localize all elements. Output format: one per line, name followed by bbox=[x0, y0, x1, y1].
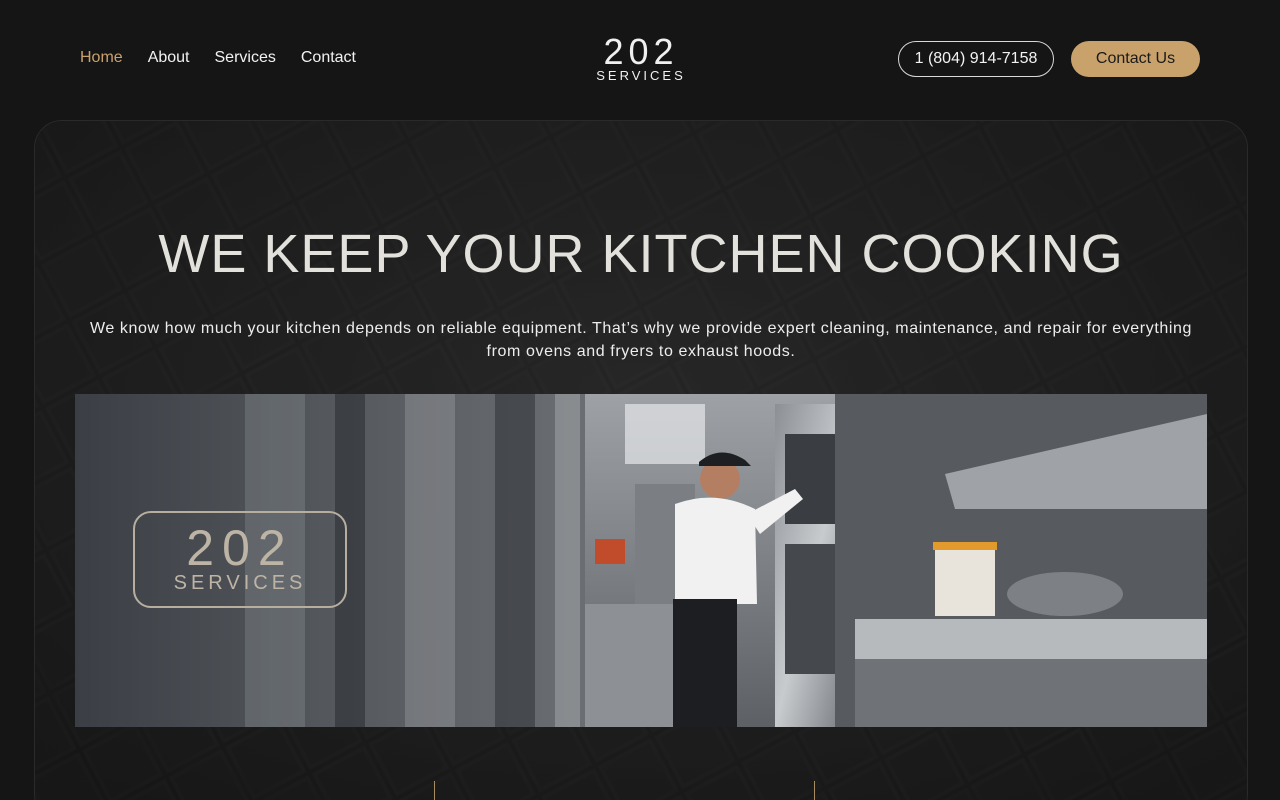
nav-home-link[interactable]: Home bbox=[80, 49, 123, 67]
overlay-logo-number: 202 bbox=[186, 520, 294, 576]
phone-button[interactable]: 1 (804) 914-7158 bbox=[898, 41, 1054, 77]
site-logo[interactable]: 202 SERVICES bbox=[589, 31, 693, 83]
overlay-logo: 202 SERVICES bbox=[133, 511, 347, 608]
hero-subtitle: We know how much your kitchen depends on… bbox=[89, 320, 1193, 360]
section-divider-right bbox=[814, 781, 815, 800]
main-nav: Home About Services Contact bbox=[80, 49, 356, 67]
nav-about-link[interactable]: About bbox=[148, 49, 190, 67]
logo-number: 202 bbox=[603, 31, 679, 72]
hero-title: WE KEEP YOUR KITCHEN COOKING bbox=[158, 224, 1124, 284]
nav-services-link[interactable]: Services bbox=[215, 49, 276, 67]
nav-contact-link[interactable]: Contact bbox=[301, 49, 356, 67]
hero-section: WE KEEP YOUR KITCHEN COOKING We know how… bbox=[34, 120, 1248, 800]
overlay-logo-word: SERVICES bbox=[173, 572, 307, 594]
kitchen-technician-image: 202 SERVICES bbox=[75, 394, 1207, 727]
contact-us-button[interactable]: Contact Us bbox=[1071, 41, 1200, 77]
section-divider-left bbox=[434, 781, 435, 800]
logo-word: SERVICES bbox=[596, 68, 686, 83]
page: Home About Services Contact 202 SERVICES… bbox=[0, 0, 1280, 800]
site-header: Home About Services Contact 202 SERVICES… bbox=[0, 0, 1280, 120]
